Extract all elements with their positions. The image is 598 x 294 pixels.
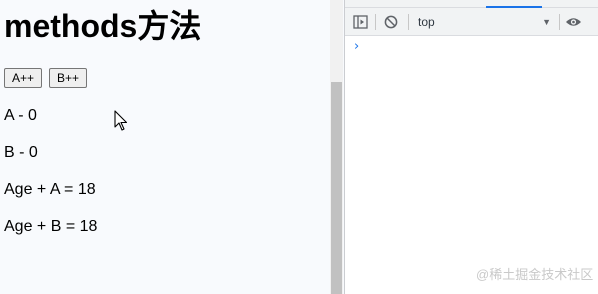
value-a-text: A - 0: [4, 107, 37, 124]
console-prompt-icon[interactable]: ›: [354, 39, 359, 55]
scrollbar-thumb[interactable]: [331, 82, 342, 294]
age-plus-a-text: Age + A = 18: [4, 181, 96, 198]
toolbar-separator: [408, 14, 409, 30]
console-toolbar: top ▼: [345, 8, 598, 36]
watermark: @稀土掘金技术社区: [476, 267, 594, 282]
devtools-tabstrip: [345, 0, 598, 8]
age-plus-b-text: Age + B = 18: [4, 218, 98, 235]
live-expression-eye-icon[interactable]: [564, 13, 582, 31]
toolbar-separator: [375, 14, 376, 30]
chevron-down-icon: ▼: [542, 17, 551, 27]
increment-b-button[interactable]: B++: [49, 68, 88, 88]
toolbar-separator: [559, 14, 560, 30]
page-content: methods方法 A++ B++ A - 0 B - 0 Age + A = …: [0, 0, 330, 294]
increment-a-button[interactable]: A++: [4, 68, 43, 88]
value-b-text: B - 0: [4, 144, 38, 161]
sidebar-toggle-icon[interactable]: [351, 13, 369, 31]
javascript-context-select[interactable]: top ▼: [415, 13, 553, 31]
clear-console-icon[interactable]: [382, 13, 400, 31]
console-output[interactable]: ›: [345, 37, 598, 294]
mouse-pointer-icon: [114, 110, 128, 131]
page-title: methods方法: [4, 8, 202, 44]
devtools-panel: top ▼ ›: [345, 0, 598, 294]
context-select-value: top: [418, 15, 435, 29]
